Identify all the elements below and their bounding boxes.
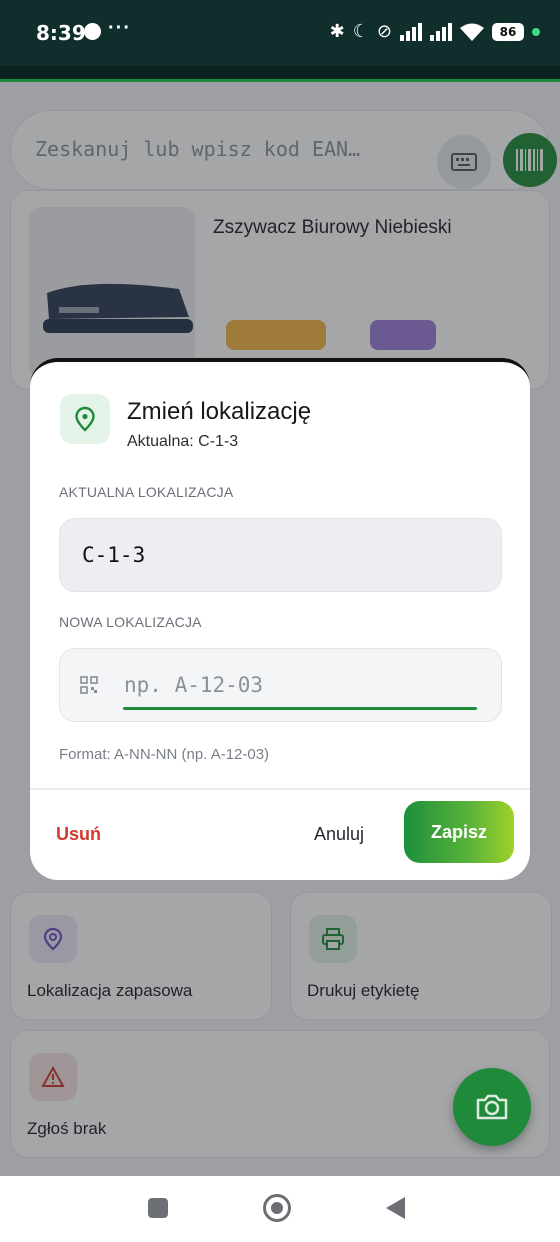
new-location-placeholder: np. A-12-03 [124,673,264,697]
current-location-value: C-1-3 [82,543,146,567]
bluetooth-icon: ✱ [329,21,345,42]
location-pin-icon [75,406,95,432]
recents-button[interactable] [148,1198,168,1218]
dialog-title: Zmień lokalizację [127,398,312,425]
save-button[interactable]: Zapisz [404,801,514,863]
more-notifications-icon: ··· [108,17,131,39]
system-nav-bar [0,1176,560,1242]
camera-icon [476,1094,508,1120]
camera-fab[interactable] [453,1068,531,1146]
dialog-subtitle: Aktualna: C-1-3 [127,433,239,450]
format-hint: Format: A-NN-NN (np. A-12-03) [59,746,270,763]
battery-icon: 86 [492,23,524,41]
input-focus-underline [123,707,477,710]
muted-icon: ⊘ [376,21,392,42]
home-button[interactable] [263,1194,291,1222]
signal-icon [430,23,452,41]
signal-icon [400,23,422,41]
status-time: 8:39 [36,21,86,45]
do-not-disturb-icon: ☾ [352,21,369,42]
current-location-label: AKTUALNA LOKALIZACJA [59,484,234,500]
messenger-icon [84,23,101,40]
back-button[interactable] [386,1197,405,1219]
divider [30,788,530,790]
delete-button[interactable]: Usuń [56,824,101,845]
wifi-icon [460,23,484,41]
current-location-field: C-1-3 [59,518,502,592]
cancel-button[interactable]: Anuluj [314,824,364,845]
change-location-dialog: Zmień lokalizację Aktualna: C-1-3 AKTUAL… [30,358,530,880]
privacy-indicator [532,28,540,36]
status-bar: 8:39 ··· ✱ ☾ ⊘ 86 [0,0,560,66]
new-location-input[interactable]: np. A-12-03 [59,648,502,722]
qr-code-icon [80,676,98,694]
new-location-label: NOWA LOKALIZACJA [59,614,202,630]
app-bar [0,66,560,82]
